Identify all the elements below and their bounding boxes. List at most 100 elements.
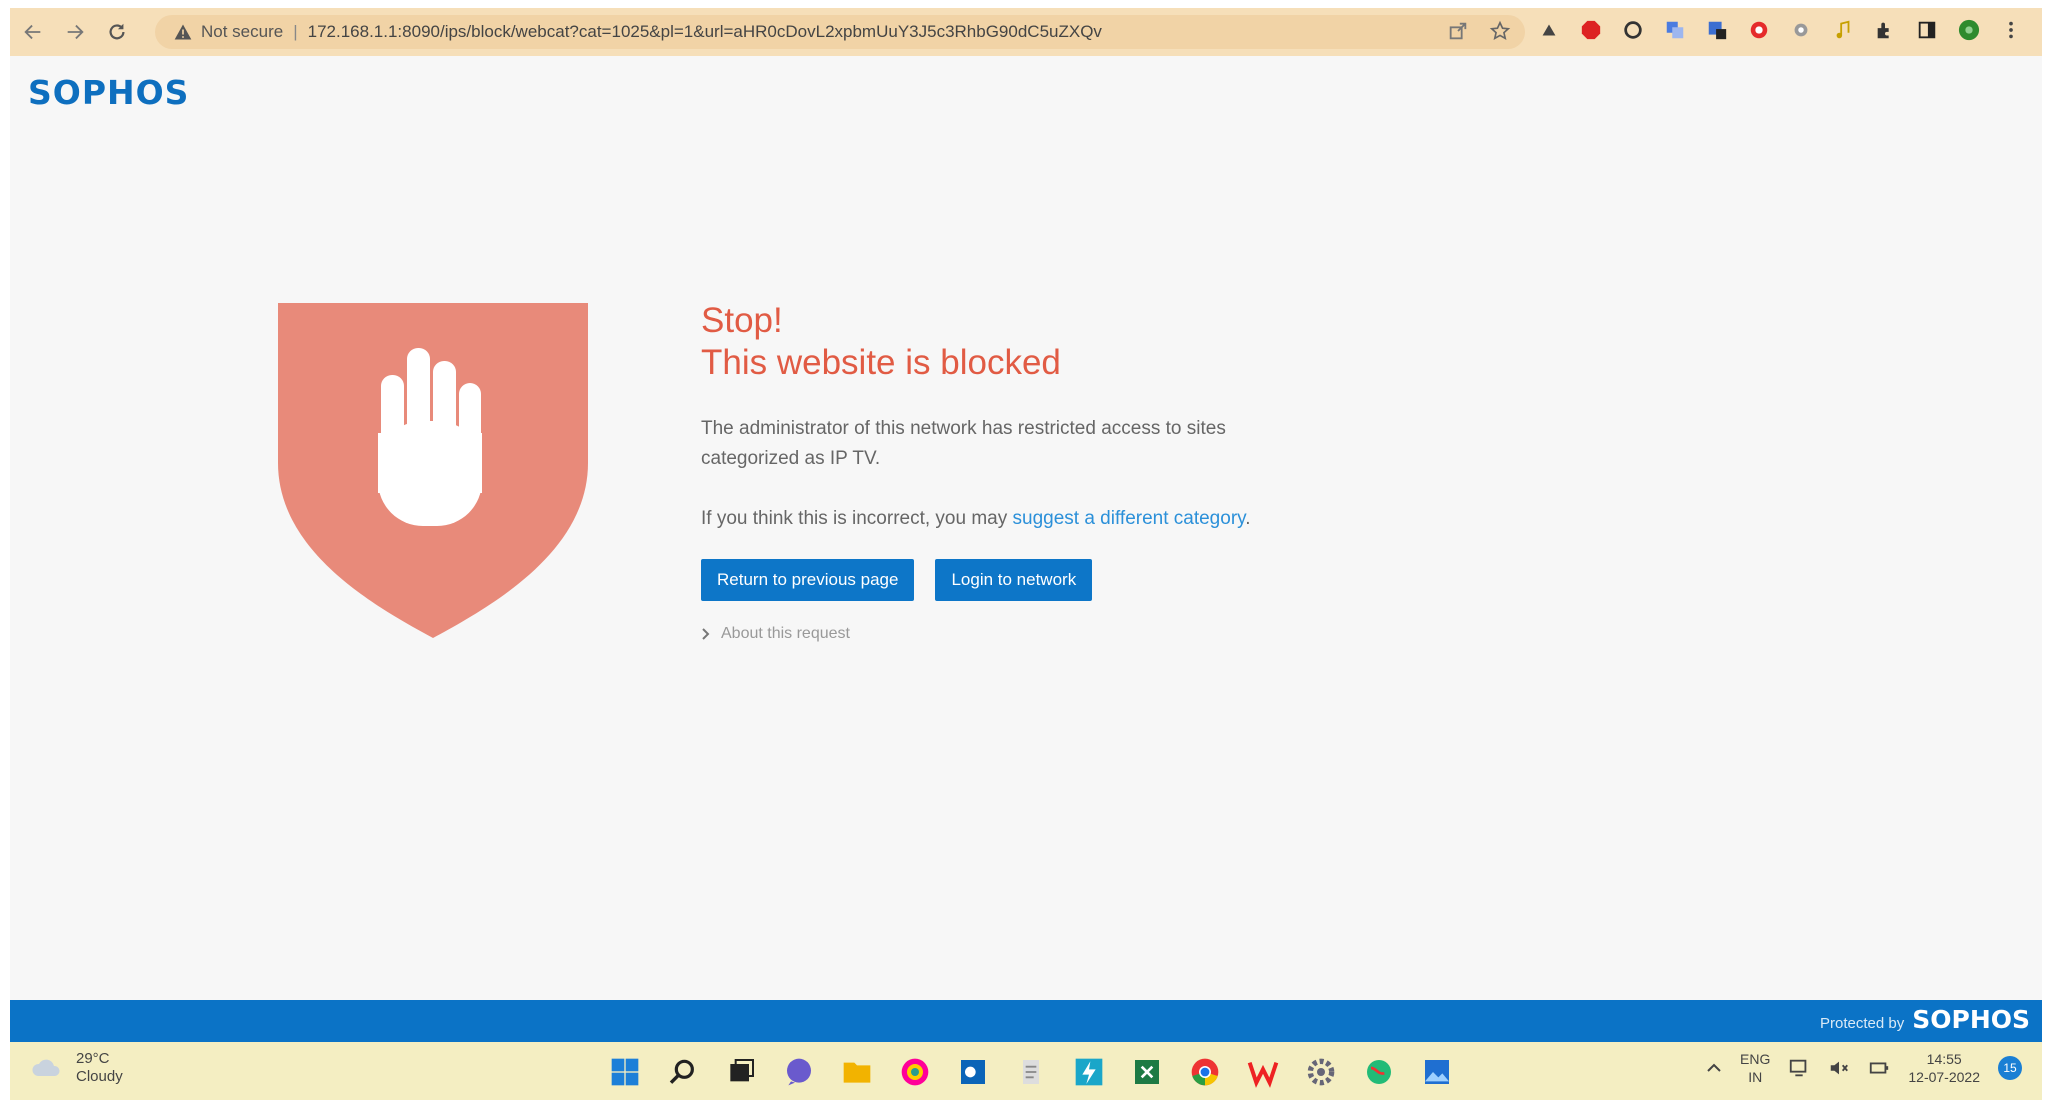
settings-app[interactable] [1298,1049,1344,1095]
browser-toolbar: Not secure | 172.168.1.1:8090/ips/block/… [10,8,2042,56]
address-bar[interactable]: Not secure | 172.168.1.1:8090/ips/block/… [155,15,1525,49]
suggest-suffix: . [1245,508,1251,529]
outlook-icon [961,1060,985,1084]
chevron-up-icon[interactable] [1706,1060,1722,1076]
task-view-icon [730,1059,754,1082]
weather-widget[interactable]: 29°C Cloudy [30,1050,123,1086]
chrome-app[interactable] [1182,1049,1228,1095]
windows-taskbar: 29°C Cloudy ENG IN 14:55 12-07-2022 15 [10,1042,2042,1100]
outlook-app[interactable] [950,1049,996,1095]
weather-condition: Cloudy [76,1068,123,1085]
blocked-heading: This website is blocked [701,343,1061,382]
adblock-stop-icon [1581,20,1601,40]
action-buttons: Return to previous page Login to network [701,559,1321,601]
excel-icon [1135,1060,1159,1084]
battery-icon[interactable] [1868,1057,1890,1079]
start-button[interactable] [602,1049,648,1095]
footer-sophos-logo: SOPHOS [1912,1005,2030,1034]
power-automate-app[interactable] [1066,1049,1112,1095]
circle-extension-icon [1794,23,1808,37]
search-icon [669,1059,694,1084]
extension-8[interactable] [1829,16,1857,44]
temperature: 29°C [76,1050,110,1067]
clock-time: 14:55 [1926,1051,1962,1067]
back-button[interactable] [14,13,52,51]
suggest-prefix: If you think this is incorrect, you may [701,508,1013,529]
protected-by-badge: Protected by SOPHOS [1820,1005,2030,1034]
language-code: ENG [1740,1051,1771,1067]
file-explorer-app[interactable] [834,1049,880,1095]
url-text[interactable]: 172.168.1.1:8090/ips/block/webcat?cat=10… [308,22,1208,42]
bookmark-star-icon[interactable] [1489,20,1511,42]
extension-2[interactable] [1577,16,1605,44]
speaker-muted-icon[interactable] [1828,1057,1850,1079]
avatar-icon [1958,19,1980,41]
colorful-app-icon [901,1058,929,1086]
excel-app[interactable] [1124,1049,1170,1095]
stop-heading: Stop! [701,301,783,340]
extension-7[interactable] [1787,16,1815,44]
task-view-button[interactable] [718,1049,764,1095]
cloud-icon [32,1059,60,1076]
suggest-paragraph: If you think this is incorrect, you may … [701,504,1321,534]
notepad-icon [1023,1060,1039,1084]
chat-icon [787,1058,811,1086]
screen: Not secure | 172.168.1.1:8090/ips/block/… [10,8,2042,1100]
browser-menu-button[interactable] [1997,16,2025,44]
not-secure-label[interactable]: Not secure [201,22,283,42]
extension-5[interactable] [1703,16,1731,44]
chrome-icon [1191,1058,1219,1086]
chevron-right-icon [702,628,710,640]
photos-icon [1425,1060,1449,1084]
warning-icon [174,24,192,40]
protected-by-label: Protected by [1820,1015,1905,1032]
suggest-category-link[interactable]: suggest a different category [1013,508,1246,529]
login-network-button[interactable]: Login to network [935,559,1093,601]
store-app[interactable] [892,1049,938,1095]
sophos-logo: SOPHOS [28,73,190,112]
photos-app[interactable] [1414,1049,1460,1095]
translate-extension-icon [1666,21,1684,39]
windows-logo-icon [611,1058,639,1086]
wps-icon [1247,1062,1279,1088]
clock-date: 12-07-2022 [1908,1069,1980,1085]
about-request-toggle[interactable]: About this request [701,625,1321,643]
kebab-menu-icon [2009,21,2013,39]
notification-badge[interactable]: 15 [1998,1056,2022,1080]
extension-6[interactable] [1745,16,1773,44]
side-panel-icon [1918,21,1936,39]
extensions-menu[interactable] [1871,16,1899,44]
back-arrow-icon [24,24,41,40]
reload-button[interactable] [98,13,136,51]
forward-button[interactable] [56,13,94,51]
sync-extension-icon [1624,21,1642,39]
page-footer: Protected by SOPHOS [10,1000,2042,1042]
taskbar-search-button[interactable] [660,1049,706,1095]
wps-office-app[interactable] [1240,1049,1286,1095]
blocked-shield-icon [278,303,588,638]
chat-app[interactable] [776,1049,822,1095]
forward-arrow-icon [67,24,84,40]
network-icon[interactable] [1788,1057,1810,1079]
reload-icon [109,23,125,40]
side-panel-button[interactable] [1913,16,1941,44]
puzzle-icon [1877,22,1889,39]
share-icon[interactable] [1447,20,1469,42]
about-request-label[interactable]: About this request [721,625,850,643]
clock[interactable]: 14:55 12-07-2022 [1908,1050,1980,1086]
notepad-app[interactable] [1008,1049,1054,1095]
return-previous-page-button[interactable]: Return to previous page [701,559,915,601]
block-message: Stop! This website is blocked The admini… [701,300,1321,643]
extension-4[interactable] [1661,16,1689,44]
badge-extension-icon [1708,21,1727,40]
language-indicator[interactable]: ENG IN [1740,1050,1770,1086]
globe-icon [1367,1060,1391,1084]
record-extension-icon [1750,21,1768,39]
profile-button[interactable] [1955,16,1983,44]
extension-3[interactable] [1619,16,1647,44]
gear-icon [1307,1058,1335,1086]
maps-app[interactable] [1356,1049,1402,1095]
restriction-description: The administrator of this network has re… [701,418,1226,469]
extension-1[interactable] [1535,16,1563,44]
music-extension-icon [1836,20,1850,39]
